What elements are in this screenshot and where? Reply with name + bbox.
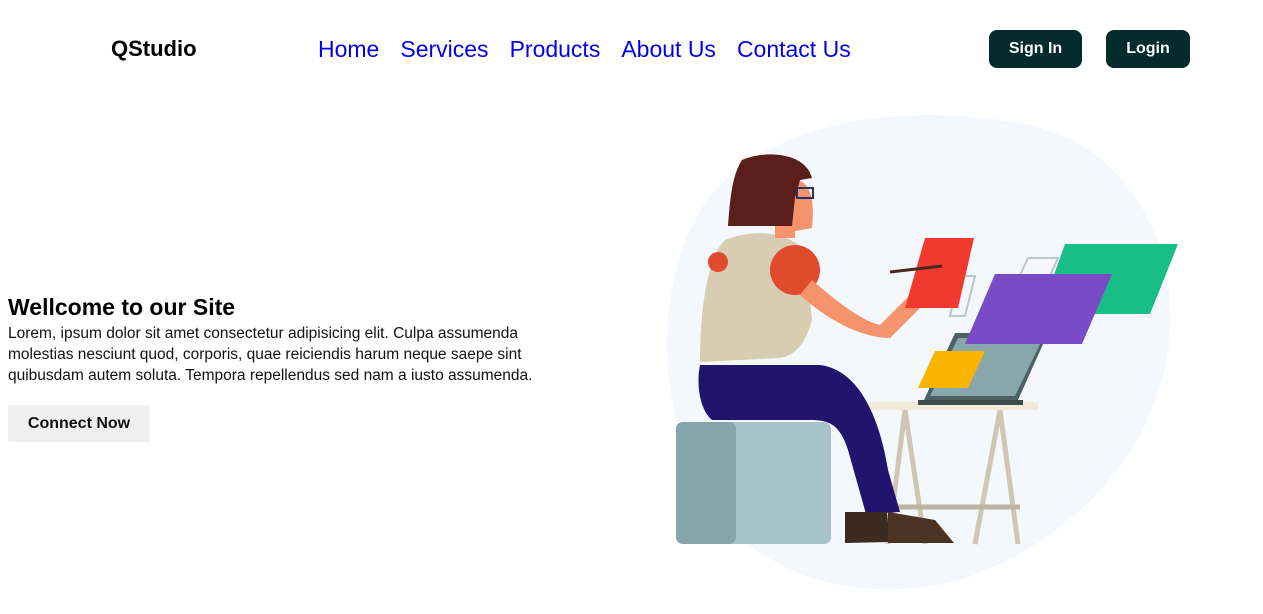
hero-illustration [667,115,1178,590]
connect-now-button[interactable]: Connect Now [8,405,150,442]
page: QStudio Home Services Products About Us … [0,0,1263,614]
nav-about-us[interactable]: About Us [621,35,716,63]
nav-contact-us[interactable]: Contact Us [737,35,851,63]
hero-description: Lorem, ipsum dolor sit amet consectetur … [8,325,533,384]
sign-in-button[interactable]: Sign In [989,30,1082,68]
hero-title: Wellcome to our Site [8,294,236,320]
brand-logo[interactable]: QStudio [111,36,197,62]
nav-products[interactable]: Products [510,35,601,63]
main-nav: Home Services Products About Us Contact … [318,35,851,63]
hero-section: Wellcome to our Site Lorem, ipsum dolor … [8,293,568,386]
login-button[interactable]: Login [1106,30,1190,68]
nav-home[interactable]: Home [318,35,379,63]
nav-services[interactable]: Services [400,35,488,63]
